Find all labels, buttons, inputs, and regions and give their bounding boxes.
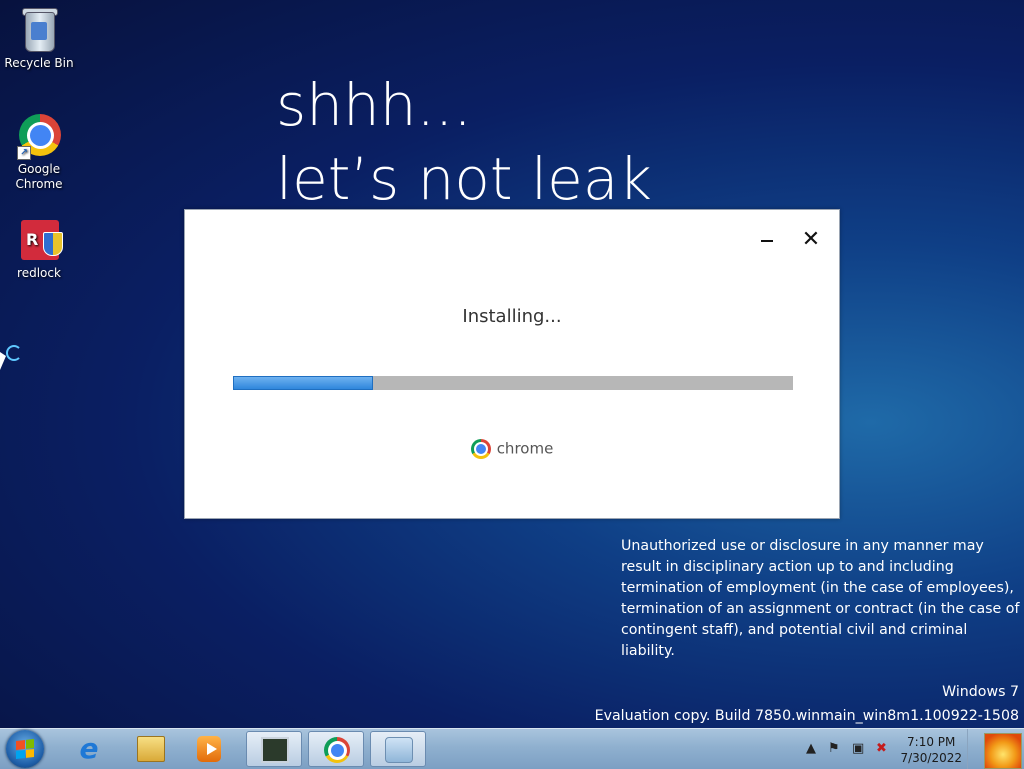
system-clock[interactable]: 7:10 PM 7/30/2022 — [900, 734, 962, 766]
progress-bar-fill — [233, 376, 373, 390]
recycle-bin-icon — [15, 6, 63, 54]
shield-icon — [43, 232, 63, 256]
task-manager-icon — [261, 737, 289, 763]
show-desktop-button[interactable] — [967, 729, 1024, 769]
close-button[interactable]: ✕ — [799, 228, 823, 252]
show-hidden-icons-button[interactable]: ▲ — [806, 741, 816, 756]
redlock-icon: R — [15, 216, 63, 264]
busy-cursor-icon — [6, 345, 22, 361]
taskbar-file-explorer[interactable] — [123, 731, 179, 767]
shortcut-arrow-icon: ↗ — [17, 146, 31, 160]
desktop-icon-label: Recycle Bin — [4, 56, 74, 70]
clock-date: 7/30/2022 — [900, 751, 962, 765]
windows-logo-icon — [16, 739, 34, 759]
legal-notice: Unauthorized use or disclosure in any ma… — [621, 538, 1020, 659]
internet-explorer-icon: e — [79, 732, 99, 765]
mouse-pointer-icon — [0, 352, 6, 370]
desktop-icon-label: redlock — [17, 266, 61, 280]
chrome-brand: chrome — [185, 439, 839, 459]
brand-label: chrome — [496, 439, 554, 458]
network-icon[interactable]: ▣ — [852, 741, 864, 756]
taskbar-internet-explorer[interactable]: e — [61, 731, 117, 767]
install-status-text: Installing... — [462, 306, 562, 327]
desktop-icon-label: Google Chrome — [15, 162, 63, 191]
taskbar: e ▲ ⚑ ▣ ✖ 7:10 PM 7/30/2022 — [0, 728, 1024, 769]
build-watermark: Evaluation copy. Build 7850.winmain_win8… — [594, 708, 1019, 724]
media-player-icon — [197, 736, 221, 762]
chrome-icon — [470, 439, 491, 459]
volume-muted-icon[interactable]: ✖ — [876, 741, 887, 756]
taskbar-chrome[interactable] — [308, 731, 364, 767]
install-progress-bar — [233, 376, 793, 390]
taskbar-installer[interactable] — [370, 731, 426, 767]
slogan-line-2: let’s not leak — [276, 145, 652, 213]
taskbar-media-player[interactable] — [181, 731, 237, 767]
slogan-line-1: shhh... — [276, 71, 472, 139]
clock-time: 7:10 PM — [907, 735, 956, 749]
desktop-icon-google-chrome[interactable]: ↗ Google Chrome — [1, 112, 77, 192]
close-icon: ✕ — [801, 227, 821, 252]
action-center-flag-icon[interactable]: ⚑ — [828, 741, 840, 756]
chrome-installer-dialog: ✕ Installing... chrome — [184, 209, 840, 519]
minimize-icon — [761, 240, 773, 242]
start-button[interactable] — [6, 730, 44, 768]
chrome-icon — [323, 737, 351, 763]
installer-icon — [385, 737, 413, 763]
chrome-icon: ↗ — [15, 112, 63, 160]
desktop-icon-redlock[interactable]: R redlock — [1, 216, 77, 281]
taskbar-task-manager[interactable] — [246, 731, 302, 767]
wallpaper-slogan: shhh... let’s not leak — [276, 68, 652, 216]
file-explorer-icon — [137, 736, 165, 762]
desktop-preview-thumbnail — [984, 733, 1022, 769]
desktop-icon-recycle-bin[interactable]: Recycle Bin — [1, 6, 77, 71]
os-watermark: Windows 7 — [942, 684, 1019, 700]
minimize-button[interactable] — [755, 228, 779, 252]
